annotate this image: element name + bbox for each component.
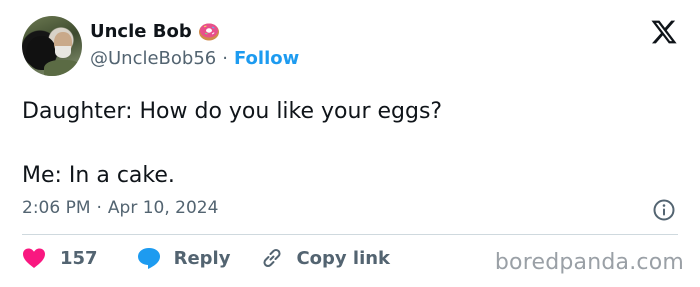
watermark: boredpanda.com (494, 250, 684, 275)
divider (22, 234, 678, 235)
tweet-actions: 157 Reply Copy link (22, 246, 390, 270)
tweet-timestamp[interactable]: 2:06 PM · Apr 10, 2024 (22, 198, 218, 218)
heart-icon (22, 247, 46, 269)
copy-link-button[interactable]: Copy link (260, 246, 390, 270)
author-handle-row: @UncleBob56 · Follow (90, 48, 299, 69)
like-count: 157 (60, 247, 98, 269)
author-display-name[interactable]: Uncle Bob (90, 21, 192, 42)
info-icon[interactable] (652, 198, 676, 222)
tweet-time: 2:06 PM (22, 198, 91, 218)
donut-icon (198, 20, 220, 42)
author-handle[interactable]: @UncleBob56 (90, 48, 216, 69)
avatar-beard (55, 46, 71, 58)
reply-bubble-icon (136, 246, 162, 270)
avatar-shirt (44, 60, 82, 76)
tweet-card: Uncle Bob @UncleBob56 · Follow Daughter:… (0, 0, 700, 287)
reply-button[interactable]: Reply (136, 246, 231, 270)
copy-link-label: Copy link (296, 247, 391, 269)
link-icon (260, 246, 284, 270)
reply-label: Reply (173, 247, 231, 269)
handle-separator: · (222, 48, 228, 69)
timestamp-separator: · (96, 198, 102, 218)
like-button[interactable]: 157 (22, 247, 98, 269)
x-logo-icon[interactable] (650, 18, 678, 46)
follow-button[interactable]: Follow (234, 48, 299, 69)
author-name-row: Uncle Bob (90, 20, 220, 42)
tweet-date: Apr 10, 2024 (107, 198, 219, 218)
tweet-text: Daughter: How do you like your eggs? Me:… (22, 99, 443, 188)
author-avatar[interactable] (22, 16, 82, 76)
